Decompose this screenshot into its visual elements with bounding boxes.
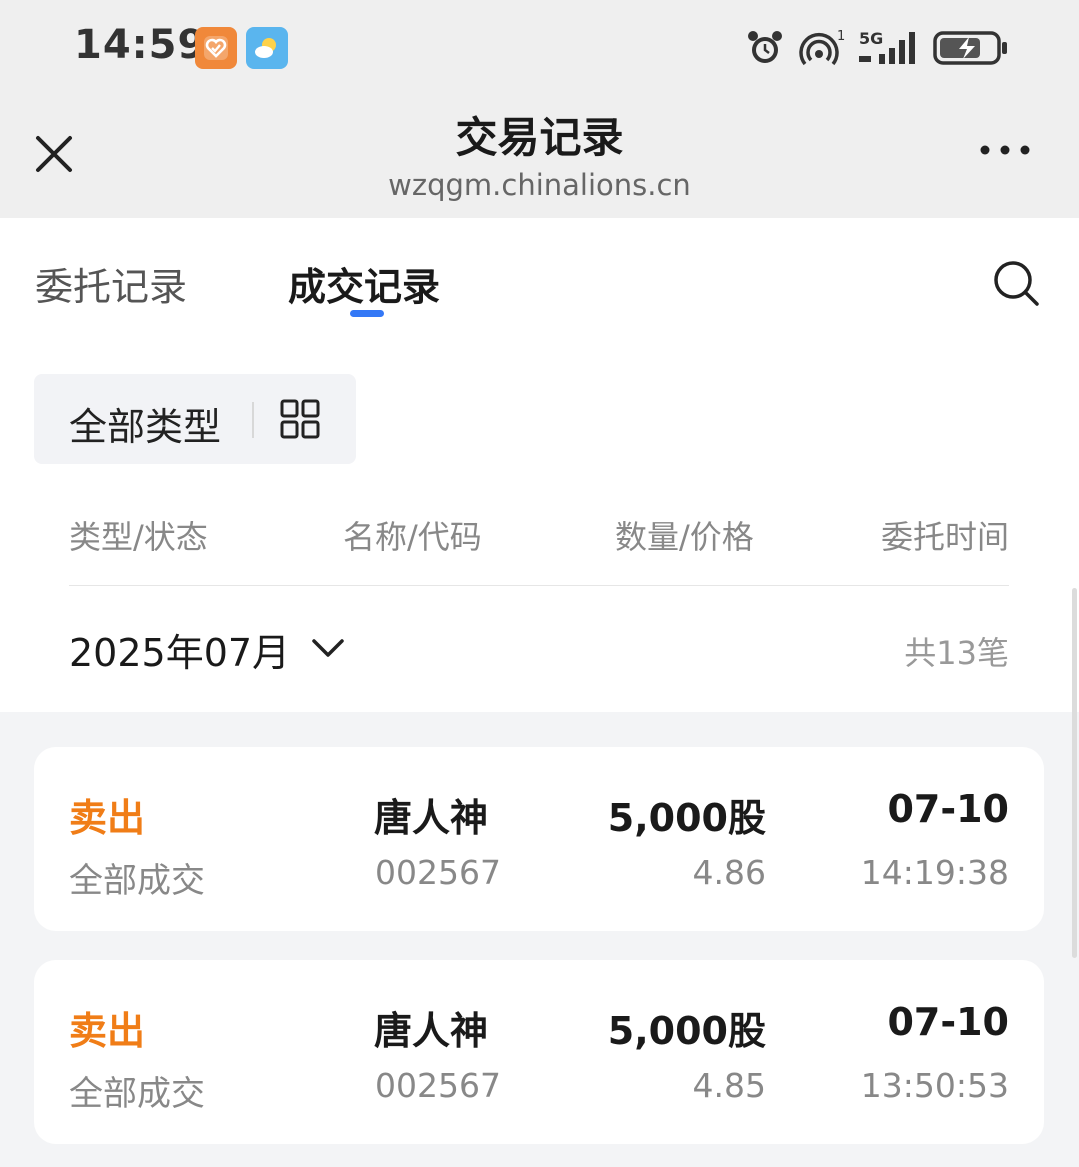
trade-time: 13:50:53	[860, 1066, 1009, 1105]
active-tab-indicator	[350, 310, 384, 317]
chevron-down-icon	[312, 639, 344, 657]
nav-bar: 交易记录 wzqgm.chinalions.cn	[0, 96, 1079, 218]
trade-record-card[interactable]: 卖出 全部成交 唐人神 002567 5,000股 4.85 07-10 13:…	[34, 960, 1044, 1144]
trade-record-card[interactable]: 卖出 全部成交 唐人神 002567 5,000股 4.86 07-10 14:…	[34, 747, 1044, 931]
tab-trades[interactable]: 成交记录	[288, 256, 440, 311]
signal-icon: 5G	[859, 29, 915, 64]
record-count: 共13笔	[904, 634, 1009, 672]
trade-quantity: 5,000股	[607, 796, 766, 840]
trade-status: 全部成交	[69, 1074, 205, 1114]
weather-app-icon	[246, 27, 288, 69]
column-header-name: 名称/代码	[343, 518, 482, 556]
health-app-icon	[195, 27, 237, 69]
alarm-icon	[748, 31, 782, 63]
stock-code: 002567	[375, 853, 501, 892]
scrollbar[interactable]	[1072, 588, 1077, 958]
stock-code: 002567	[375, 1066, 501, 1105]
page-title: 交易记录	[455, 113, 624, 162]
stock-name: 唐人神	[374, 796, 489, 840]
column-header-type: 类型/状态	[69, 518, 208, 556]
column-headers: 类型/状态 名称/代码 数量/价格 委托时间	[0, 512, 1079, 556]
month-selector[interactable]: 2025年07月 共13笔	[0, 586, 1079, 712]
tab-orders[interactable]: 委托记录	[35, 256, 187, 311]
trade-type: 卖出	[69, 796, 146, 840]
trade-date: 07-10	[887, 787, 1009, 831]
hotspot-icon: 1	[799, 29, 845, 66]
month-label: 2025年07月	[69, 631, 291, 675]
system-icons: 1 5G	[745, 28, 1009, 68]
filter-separator	[252, 402, 254, 438]
filter-area: 全部类型 类型/状态 名称/代码 数量/价格 委托时间 2025年07月 共13…	[0, 330, 1079, 712]
type-filter-button[interactable]: 全部类型	[34, 374, 356, 464]
trade-price: 4.86	[692, 853, 766, 892]
stock-name: 唐人神	[374, 1009, 489, 1053]
trade-time: 14:19:38	[860, 853, 1009, 892]
trade-date: 07-10	[887, 1000, 1009, 1044]
column-header-quantity: 数量/价格	[615, 518, 754, 556]
more-options-icon[interactable]	[979, 140, 1031, 160]
battery-charging-icon	[933, 31, 1007, 65]
column-header-time: 委托时间	[880, 518, 1009, 556]
grid-icon	[280, 399, 320, 439]
sim-index: 1	[837, 29, 845, 44]
trade-status: 全部成交	[69, 861, 205, 901]
tab-bar: 委托记录 成交记录	[0, 218, 1079, 330]
type-filter-label: 全部类型	[69, 405, 222, 449]
trade-price: 4.85	[692, 1066, 766, 1105]
trade-quantity: 5,000股	[607, 1009, 766, 1053]
status-time: 14:59	[74, 22, 207, 68]
page-url: wzqgm.chinalions.cn	[388, 168, 691, 202]
status-bar: 14:59 1 5G	[0, 0, 1079, 96]
network-type: 5G	[859, 29, 883, 48]
trade-type: 卖出	[69, 1009, 146, 1053]
search-icon[interactable]	[991, 258, 1041, 308]
